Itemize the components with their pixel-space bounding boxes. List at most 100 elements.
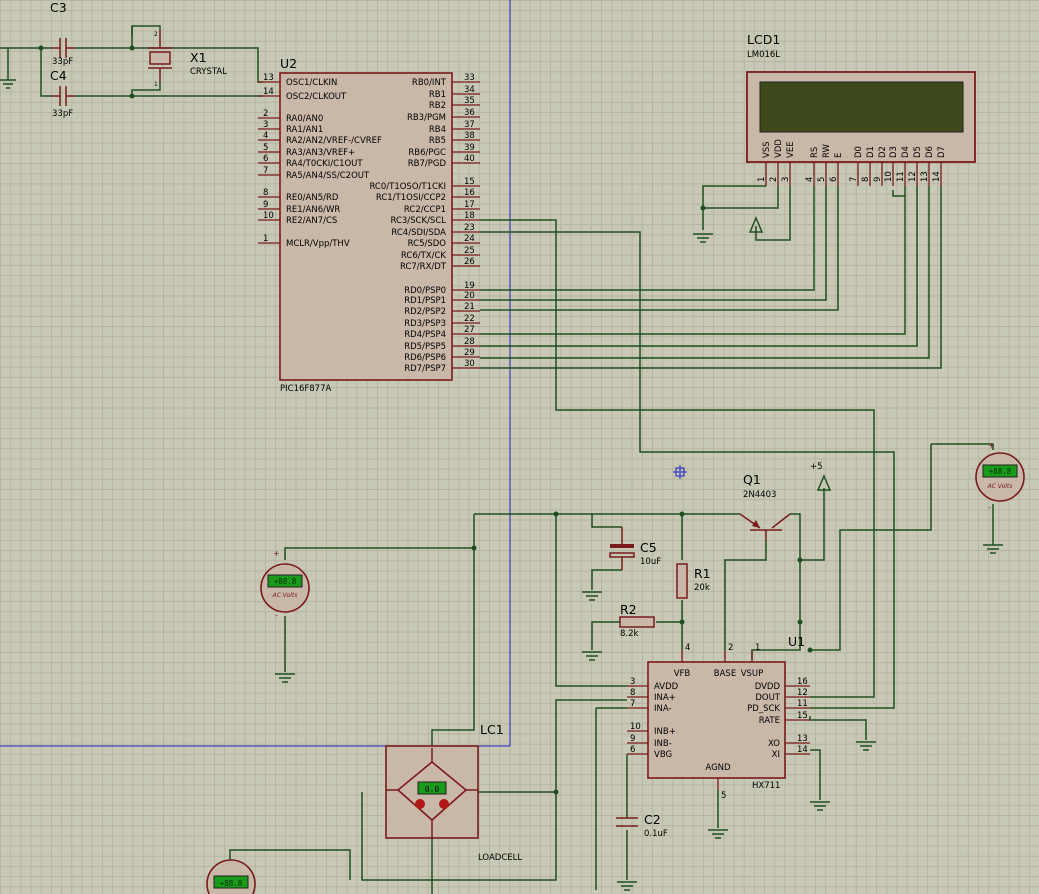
u2-pin-label: RB3/PGM [407, 113, 446, 123]
u1-pin-label: INA+ [654, 693, 676, 703]
capacitor-c4[interactable] [52, 86, 74, 106]
c2-value: 0.1uF [644, 829, 668, 839]
u1-pin-number: 2 [728, 643, 733, 653]
lcd1-pin-number: 3 [781, 177, 791, 182]
voltmeter-left[interactable] [260, 563, 310, 613]
u1-pin-number: 1 [755, 643, 760, 653]
u1-pin-number: 12 [797, 688, 808, 698]
ground-icon [582, 591, 602, 601]
u1-pin-label: DOUT [755, 693, 780, 703]
lcd1-pin-number: 13 [920, 171, 930, 182]
lcd1-pin-number: 11 [896, 171, 906, 182]
u2-pin-number: 9 [263, 200, 268, 210]
decrement-button-icon [415, 799, 425, 809]
u2-pin-number: 40 [464, 154, 475, 164]
ground-symbols [0, 74, 1003, 891]
lcd1-pin-number: 6 [829, 177, 839, 182]
u1-pin-label: BASE [714, 669, 736, 679]
c4-ref: C4 [50, 68, 67, 83]
voltmeter-right[interactable] [975, 452, 1025, 502]
crystal-x1[interactable] [148, 30, 172, 82]
c5-value: 10uF [640, 557, 661, 567]
voltmeter-left-plus: + [273, 549, 280, 558]
r2-value: 8.2k [620, 629, 639, 639]
cursor-crosshair-icon [673, 465, 687, 479]
u2-pin-number: 30 [464, 359, 475, 369]
ground-icon [693, 233, 713, 243]
transistor-q1[interactable] [739, 513, 791, 540]
u2-part: PIC16F877A [280, 384, 331, 394]
ground-icon [582, 651, 602, 661]
ground-icon [983, 544, 1003, 554]
u2-pin-number: 36 [464, 108, 475, 118]
schematic-canvas: 13 OSC1/CLKIN14 OSC2/CLKOUT2 RA0/AN03 RA1/AN… [0, 0, 1025, 894]
u1-pin-number: 9 [630, 734, 635, 744]
u2-pin-label: RD0/PSP0 [404, 286, 446, 296]
lcd1-pin-label: D4 [901, 146, 911, 158]
u2-pin-label: RB0/INT [412, 78, 447, 88]
capacitor-c2[interactable] [616, 817, 638, 827]
ground-icon [810, 801, 830, 811]
ground-icon [856, 741, 876, 751]
u2-pin-number: 6 [263, 154, 268, 164]
lcd1-pin-label: D0 [854, 146, 864, 158]
c3-value-label: 33pF [52, 57, 73, 67]
u2-pin-label: RD7/PSP7 [404, 364, 446, 374]
lc1-value: LOADCELL [478, 853, 522, 863]
x1-pin1: 1 [154, 81, 158, 88]
lcd1-pin-label: VSS [762, 141, 772, 158]
u1-pin-label: AGND [705, 763, 731, 773]
u2-pin-number: 5 [263, 143, 268, 153]
lcd1-ref: LCD1 [747, 32, 780, 47]
u2-pin-label: RA3/AN3/VREF+ [286, 148, 355, 158]
u1-pin-number: 6 [630, 745, 635, 755]
u2-pin-label: MCLR/Vpp/THV [286, 239, 350, 249]
u2-pin-number: 29 [464, 348, 475, 358]
u2-pin-label: RA1/AN1 [286, 125, 323, 135]
u1-pin-label: INB- [654, 739, 672, 749]
x1-ref: X1 [190, 50, 207, 65]
u2-pin-label: RD3/PSP3 [404, 319, 446, 329]
u2-pin-number: 38 [464, 131, 475, 141]
lcd1-pin-number: 4 [805, 177, 815, 182]
lcd1-pin-label: D6 [925, 146, 935, 158]
u2-pin-number: 21 [464, 302, 475, 312]
u2-pin-label: RB1 [429, 90, 446, 100]
u2-pin-label: RD1/PSP1 [404, 296, 446, 306]
ground-icon [617, 881, 637, 891]
u2-pin-label: RA0/AN0 [286, 114, 323, 124]
capacitor-c5[interactable] [609, 527, 635, 570]
voltmeter-left-minus: - [275, 611, 278, 620]
u2-pin-number: 1 [263, 234, 268, 244]
r2-ref: R2 [620, 602, 637, 617]
u2-pin-label: RB7/PGD [408, 159, 447, 169]
ground-icon [0, 74, 16, 89]
u2-pin-number: 17 [464, 200, 475, 210]
voltmeter-right-display: +88.8 [989, 467, 1012, 476]
u2-pin-label: RB2 [429, 101, 446, 111]
u2-pin-label: RD6/PSP6 [404, 353, 446, 363]
lcd1-pin-number: 14 [932, 171, 942, 182]
u2-pin-label: RC0/T1OSO/T1CKI [369, 182, 446, 192]
u1-pin-number: 7 [630, 699, 635, 709]
lcd1-pin-label: D3 [889, 146, 899, 158]
voltmeter-right-minus: - [988, 503, 991, 512]
u2-ref: U2 [280, 56, 297, 71]
u1-pin-label: INB+ [654, 727, 676, 737]
resistor-r1[interactable] [676, 563, 688, 599]
u1-pin-number: 5 [721, 791, 726, 801]
u1-pin-label: AVDD [654, 682, 679, 692]
voltmeter-bottom-display: +88.8 [220, 879, 243, 888]
u1-pin-number: 8 [630, 688, 635, 698]
u2-pin-number: 2 [263, 109, 268, 119]
x1-value: CRYSTAL [190, 67, 227, 77]
u2-pin-number: 26 [464, 257, 475, 267]
q1-ref: Q1 [743, 472, 761, 487]
resistor-r2[interactable] [619, 616, 655, 628]
voltmeter-bottom[interactable] [206, 859, 256, 894]
u2-pin-number: 34 [464, 85, 475, 95]
u2-pin-label: RA5/AN4/SS/C2OUT [286, 171, 370, 181]
capacitor-c3[interactable] [52, 38, 74, 58]
ground-icon [708, 829, 728, 839]
u2-pin-label: RD4/PSP4 [404, 330, 446, 340]
